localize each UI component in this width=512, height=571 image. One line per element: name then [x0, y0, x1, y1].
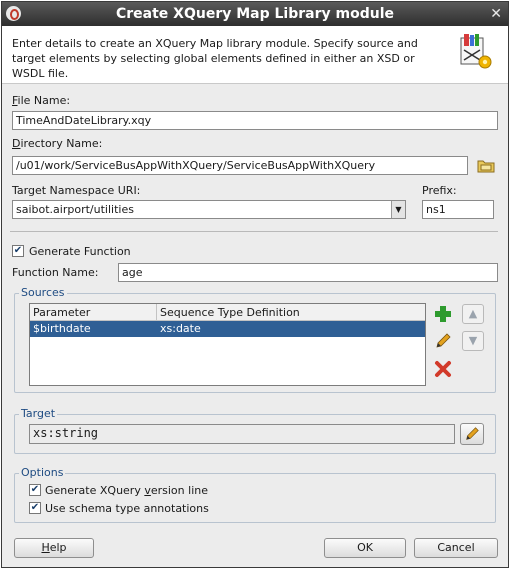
- file-name-label: File Name:: [12, 94, 70, 107]
- ok-button[interactable]: OK: [324, 538, 406, 558]
- move-down-icon[interactable]: ▼: [462, 331, 484, 351]
- dialog-header: Enter details to create an XQuery Map li…: [2, 26, 508, 84]
- column-header-parameter[interactable]: Parameter: [30, 304, 157, 321]
- column-header-sequence-type[interactable]: Sequence Type Definition: [157, 304, 425, 321]
- options-group: [14, 473, 496, 523]
- namespace-label: Target Namespace URI:: [12, 184, 141, 197]
- folder-browse-icon[interactable]: [476, 155, 496, 175]
- oracle-logo-icon: [6, 6, 21, 21]
- cancel-button[interactable]: Cancel: [414, 538, 498, 558]
- title-bar[interactable]: Create XQuery Map Library module ✕: [2, 2, 508, 26]
- sources-title: Sources: [19, 286, 67, 299]
- window-title: Create XQuery Map Library module: [115, 6, 394, 22]
- target-type-field: xs:string: [29, 424, 455, 444]
- option-text: ersion line: [150, 484, 208, 497]
- parameter-cell: $birthdate: [33, 322, 91, 335]
- target-title: Target: [19, 407, 58, 420]
- prefix-field[interactable]: ns1: [422, 200, 494, 219]
- function-name-field[interactable]: age: [118, 263, 498, 282]
- generate-function-checkbox[interactable]: ✔: [12, 245, 24, 257]
- generate-version-label: Generate XQuery version line: [45, 484, 208, 497]
- close-icon[interactable]: ✕: [490, 2, 502, 26]
- edit-pencil-icon[interactable]: [432, 330, 454, 352]
- file-name-label-text: ile Name:: [17, 94, 71, 107]
- directory-label-text: irectory Name:: [20, 137, 103, 150]
- file-name-field[interactable]: TimeAndDateLibrary.xqy: [12, 111, 498, 130]
- header-description: Enter details to create an XQuery Map li…: [12, 37, 418, 80]
- namespace-dropdown-icon[interactable]: ▼: [391, 201, 405, 218]
- schema-annotations-checkbox[interactable]: ✔: [29, 502, 41, 514]
- sources-table[interactable]: Parameter Sequence Type Definition $birt…: [29, 303, 426, 386]
- create-xquery-map-library-dialog: Create XQuery Map Library module ✕ Enter…: [1, 1, 509, 568]
- separator: [10, 231, 498, 232]
- help-label: elp: [49, 541, 67, 554]
- help-button[interactable]: Help: [14, 538, 94, 558]
- sequence-type-cell: xs:date: [160, 322, 201, 335]
- move-up-icon[interactable]: ▲: [462, 304, 484, 324]
- help-mnemonic: H: [41, 541, 50, 554]
- directory-field[interactable]: /u01/work/ServiceBusAppWithXQuery/Servic…: [12, 156, 468, 175]
- options-title: Options: [19, 466, 66, 479]
- prefix-label: Prefix:: [422, 184, 457, 197]
- option-text: Generate XQuery: [45, 484, 145, 497]
- generate-function-label: Generate Function: [29, 245, 131, 258]
- schema-annotations-label: Use schema type annotations: [45, 502, 209, 515]
- delete-icon[interactable]: [432, 358, 454, 380]
- add-icon[interactable]: [432, 303, 454, 325]
- namespace-value: saibot.airport/utilities: [16, 203, 134, 216]
- xquery-map-wizard-icon: [458, 32, 494, 73]
- generate-version-checkbox[interactable]: ✔: [29, 484, 41, 496]
- edit-pencil-icon: [466, 427, 479, 440]
- namespace-combobox[interactable]: saibot.airport/utilities ▼: [12, 200, 406, 219]
- function-name-label: Function Name:: [12, 266, 99, 279]
- target-edit-button[interactable]: [460, 423, 484, 445]
- table-row[interactable]: $birthdate xs:date: [30, 321, 425, 337]
- directory-label: Directory Name:: [12, 137, 102, 150]
